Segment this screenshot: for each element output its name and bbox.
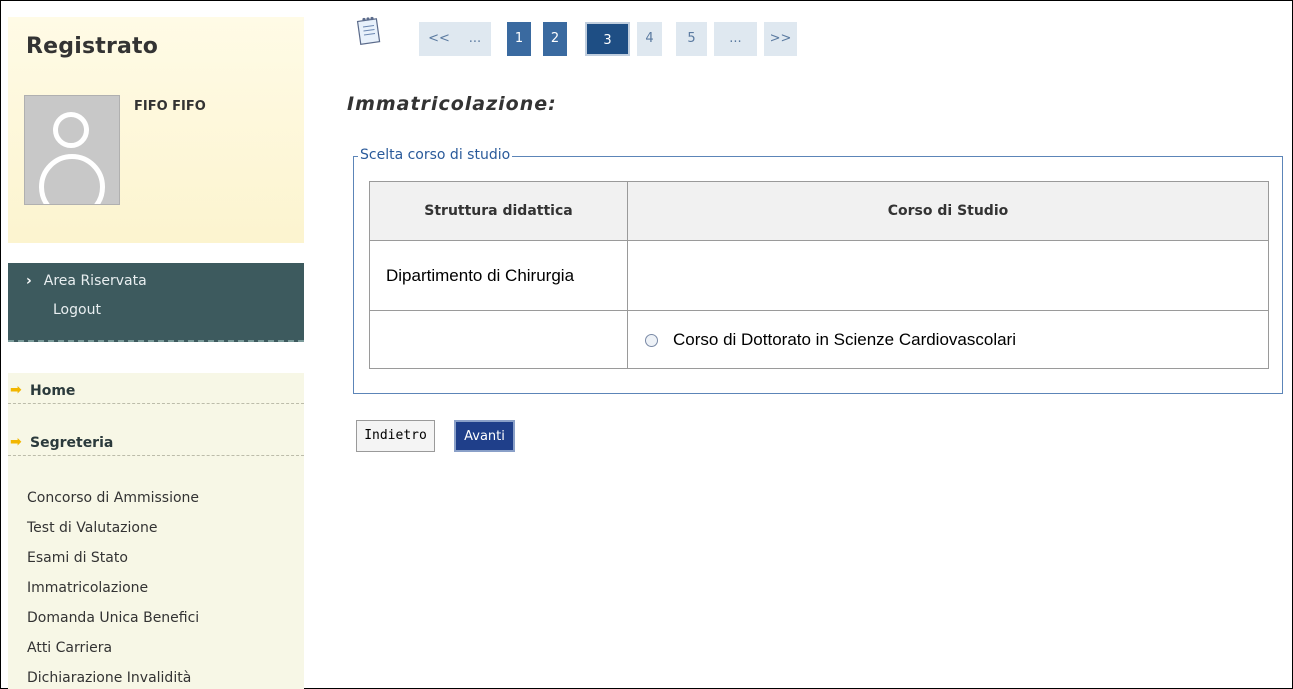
menu-item-concorso[interactable]: Concorso di Ammissione: [27, 490, 199, 506]
user-panel: Registrato FIFO FIFO: [8, 17, 304, 243]
page-5-button[interactable]: 5: [676, 22, 707, 56]
sidebar: Registrato FIFO FIFO › Area Riservata Log…: [8, 17, 304, 689]
chevron-right-icon: ›: [26, 273, 32, 289]
cell-corso: [627, 240, 1269, 311]
menu-item-immatricolazione[interactable]: Immatricolazione: [27, 580, 148, 596]
course-option-label: Corso di Dottorato in Scienze Cardiovasc…: [673, 329, 1016, 349]
avatar: [24, 95, 120, 205]
menu-item-benefici[interactable]: Domanda Unica Benefici: [27, 610, 199, 626]
arrow-right-icon: ➡: [10, 434, 22, 450]
menu-item-esami[interactable]: Esami di Stato: [27, 550, 128, 566]
table-header-row: Struttura didattica Corso di Studio: [369, 181, 1269, 241]
avatar-body-shape: [39, 154, 105, 204]
table-row: Corso di Dottorato in Scienze Cardiovasc…: [369, 310, 1269, 369]
page-4-button[interactable]: 4: [637, 22, 662, 56]
avatar-head-shape: [53, 112, 89, 148]
page-1-button[interactable]: 1: [507, 22, 531, 56]
page-first-button[interactable]: <<: [419, 22, 459, 56]
notepad-icon: [356, 16, 381, 45]
reserved-area-link[interactable]: › Area Riservata: [26, 273, 147, 289]
cell-struttura: [369, 310, 628, 369]
header-corso: Corso di Studio: [627, 181, 1269, 241]
menu-segreteria-label: Segreteria: [30, 435, 114, 451]
menu-item-carriera[interactable]: Atti Carriera: [27, 640, 112, 656]
back-button[interactable]: Indietro: [356, 420, 435, 452]
menu-segreteria[interactable]: ➡ Segreteria: [8, 425, 304, 456]
arrow-right-icon: ➡: [10, 382, 22, 398]
course-radio[interactable]: [645, 333, 658, 347]
menu-home[interactable]: ➡ Home: [8, 373, 304, 404]
menu-item-test[interactable]: Test di Valutazione: [27, 520, 157, 536]
user-name: FIFO FIFO: [134, 99, 206, 114]
page-3-current[interactable]: 3: [585, 22, 630, 56]
course-table: Struttura didattica Corso di Studio Dipa…: [369, 181, 1269, 369]
page-ellipsis-left: ...: [459, 22, 491, 56]
table-row: Dipartimento di Chirurgia: [369, 240, 1269, 311]
page-2-button[interactable]: 2: [543, 22, 567, 56]
sidebar-title: Registrato: [26, 34, 159, 59]
menu-item-invalidita[interactable]: Dichiarazione Invalidità: [27, 670, 191, 686]
page-last-button[interactable]: >>: [764, 22, 797, 56]
reserved-area-menu: › Area Riservata Logout: [8, 263, 304, 342]
fieldset-legend: Scelta corso di studio: [358, 147, 513, 163]
next-button[interactable]: Avanti: [454, 420, 515, 452]
menu-home-label: Home: [30, 383, 76, 399]
page-ellipsis-right: ...: [714, 22, 757, 56]
main-menu: ➡ Home ➡ Segreteria Concorso di Ammissio…: [8, 373, 304, 689]
cell-struttura: Dipartimento di Chirurgia: [369, 240, 628, 311]
header-struttura: Struttura didattica: [369, 181, 628, 241]
logout-link[interactable]: Logout: [53, 302, 101, 318]
cell-corso-option[interactable]: Corso di Dottorato in Scienze Cardiovasc…: [627, 310, 1269, 369]
reserved-area-label: Area Riservata: [43, 273, 147, 289]
page-title: Immatricolazione:: [347, 93, 557, 115]
